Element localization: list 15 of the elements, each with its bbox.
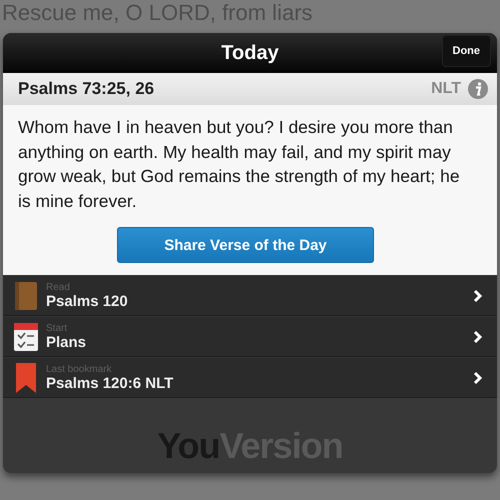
verse-reference: Psalms 73:25, 26 xyxy=(18,79,156,99)
calendar-icon xyxy=(14,322,38,350)
chevron-icon xyxy=(473,330,483,344)
verse-text: Whom have I in heaven but you? I desire you more than anything on earth. My health may fail, and my spirit may grow weak, but God remains the strength of my heart; he is mine forever. xyxy=(18,116,461,212)
chevron-icon xyxy=(473,370,483,384)
chevron-icon xyxy=(473,288,483,302)
window-title: Today xyxy=(221,42,279,64)
item-title: Plans xyxy=(46,334,88,350)
item-title: Psalms 120:6 NLT xyxy=(46,374,174,392)
share-button[interactable]: Share Verse of the Day xyxy=(117,227,374,263)
book-icon xyxy=(15,282,37,310)
info-icon[interactable] xyxy=(467,78,489,100)
bookmark-icon xyxy=(16,362,36,392)
item-title: Psalms 120 xyxy=(46,292,129,310)
done-button[interactable]: Done xyxy=(442,35,491,67)
